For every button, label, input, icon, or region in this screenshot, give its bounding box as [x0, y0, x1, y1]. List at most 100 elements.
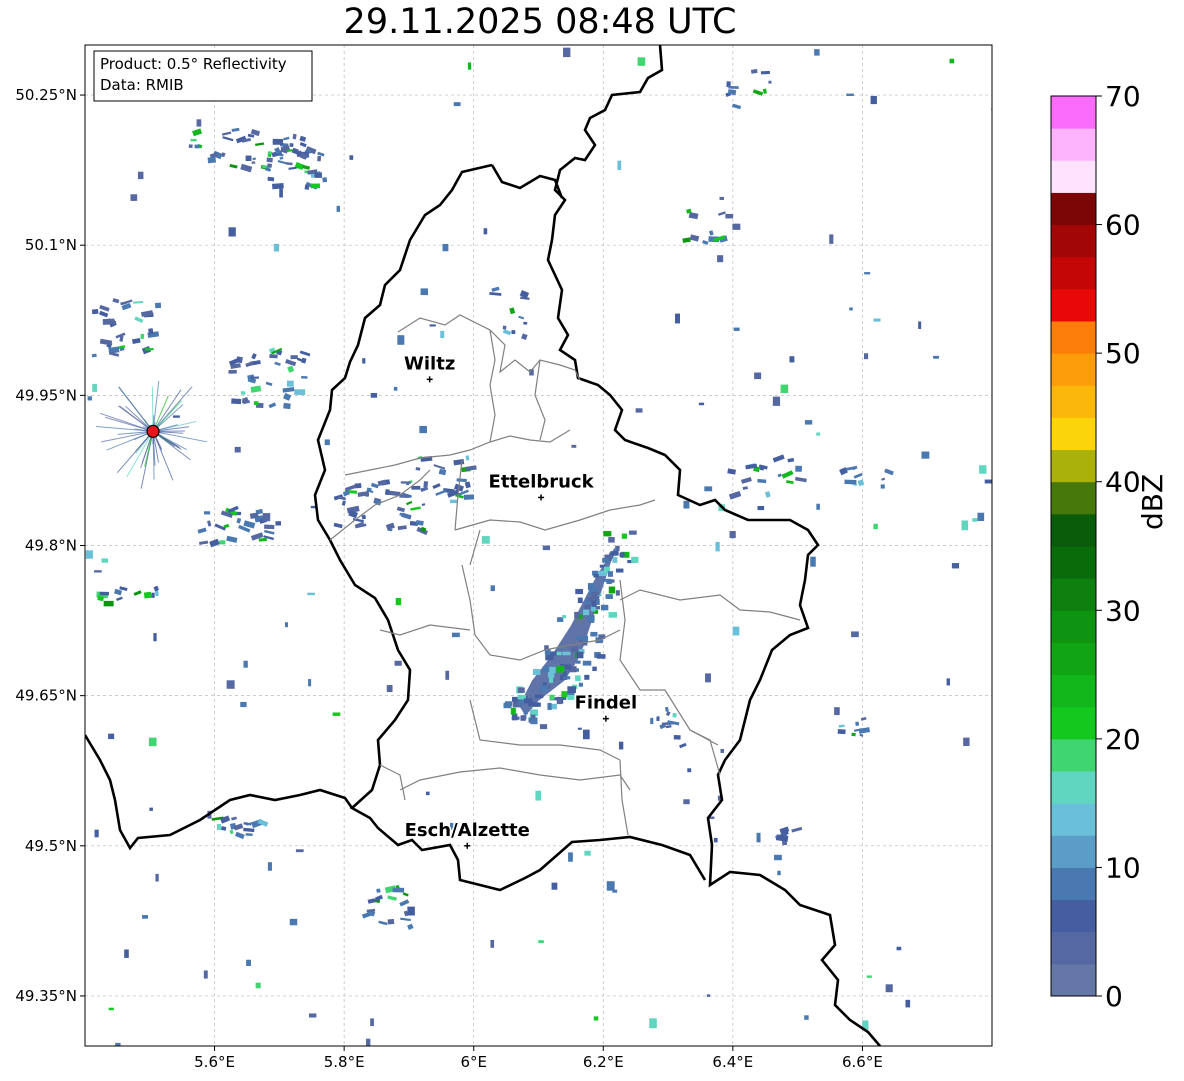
- echo-cell: [588, 616, 595, 623]
- echo-cell: [377, 479, 387, 486]
- echo-cell: [563, 47, 571, 58]
- echo-cell: [582, 729, 590, 740]
- echo-cell: [567, 694, 575, 700]
- echo-cell: [242, 400, 250, 404]
- colorbar-label-text: dBZ: [1136, 473, 1169, 530]
- echo-cell: [549, 694, 555, 700]
- echo-cell: [220, 152, 226, 158]
- echo-cell: [396, 506, 406, 513]
- echo-cell: [228, 227, 236, 237]
- lon-tick-label: 5.6°E: [194, 1053, 235, 1071]
- colorbar-block: [1051, 674, 1096, 708]
- echo-cell: [523, 321, 528, 325]
- echo-cell: [896, 946, 902, 951]
- colorbar-block: [1051, 128, 1096, 161]
- echo-cell: [119, 586, 128, 592]
- echo-cell: [438, 468, 447, 476]
- echo-cell: [236, 517, 242, 524]
- echo-cell: [810, 556, 816, 567]
- lat-tick-label: 50.1°N: [25, 236, 77, 254]
- echo-cell: [605, 594, 613, 599]
- clutter-ray: [151, 386, 154, 432]
- echo-cell: [240, 391, 246, 395]
- echo-cell: [845, 465, 858, 471]
- echo-cell: [155, 873, 159, 882]
- echo-cell: [255, 142, 265, 147]
- echo-cell: [570, 646, 578, 653]
- echo-cell: [99, 591, 109, 596]
- city-label: Esch/Alzette: [405, 820, 530, 841]
- echo-cell: [271, 182, 284, 190]
- echo-cell: [679, 742, 687, 749]
- echo-cell: [562, 651, 571, 656]
- city-label: Wiltz: [404, 353, 455, 374]
- echo-cell: [674, 313, 680, 324]
- colorbar-block: [1051, 481, 1096, 515]
- echo-cell: [251, 376, 259, 379]
- echo-cell: [301, 375, 308, 379]
- echo-cell: [198, 540, 209, 545]
- colorbar-block: [1051, 513, 1096, 547]
- echo-cell: [148, 328, 154, 335]
- echo-cell: [816, 432, 821, 436]
- echo-cell: [568, 852, 573, 862]
- radar-site-dot: [146, 424, 160, 438]
- echo-cell: [243, 660, 248, 668]
- echo-cell: [725, 213, 734, 219]
- echo-cell: [522, 715, 527, 720]
- echo-cell: [299, 350, 311, 357]
- echo-cell: [295, 849, 304, 853]
- echo-cell: [116, 596, 123, 602]
- city-label: Ettelbruck: [489, 471, 595, 492]
- echo-cell: [732, 223, 741, 230]
- echo-cell: [849, 307, 853, 311]
- echo-cell: [719, 196, 724, 200]
- echo-cell: [564, 664, 572, 670]
- echo-cell: [561, 691, 568, 698]
- colorbar-blocks: [1050, 95, 1097, 997]
- echo-cell: [880, 484, 885, 489]
- echo-cell: [209, 538, 220, 548]
- echo-cell: [405, 500, 413, 506]
- echo-cell: [229, 829, 234, 835]
- colorbar-block: [1051, 385, 1096, 418]
- echo-cell: [304, 184, 310, 190]
- echo-cell: [768, 80, 772, 84]
- echo-cell: [535, 790, 542, 801]
- echo-cell: [857, 479, 865, 487]
- echo-cell: [576, 651, 584, 659]
- echo-cell: [394, 660, 402, 666]
- echo-cell: [789, 356, 795, 363]
- colorbar-block: [1051, 931, 1096, 965]
- echo-cell: [243, 827, 255, 833]
- echo-cell: [787, 457, 795, 463]
- echo-cell: [387, 918, 395, 925]
- echo-cell: [816, 503, 820, 510]
- echo-cell: [407, 923, 414, 930]
- echo-cell: [299, 141, 307, 148]
- echo-cell: [702, 239, 709, 246]
- echo-cell: [410, 506, 421, 511]
- echo-cell: [728, 85, 739, 90]
- echo-cell: [863, 353, 869, 360]
- colorbar-tick-label: 10: [1105, 851, 1141, 884]
- echo-cell: [267, 163, 273, 168]
- echo-cell: [795, 465, 802, 472]
- echo-cell: [532, 668, 541, 675]
- echo-cell: [732, 626, 740, 636]
- echo-cell: [349, 155, 354, 160]
- echo-cell: [635, 408, 643, 413]
- echo-cell: [151, 592, 155, 598]
- echo-cell: [864, 272, 871, 275]
- echo-cell: [584, 850, 591, 856]
- echo-cell: [112, 298, 120, 304]
- echo-cell: [262, 513, 271, 522]
- echo-cell: [367, 898, 376, 904]
- echo-cell: [223, 523, 230, 529]
- echo-cell: [102, 318, 115, 325]
- country-border-top: [490, 164, 564, 199]
- echo-cell: [407, 906, 415, 916]
- echo-cell: [584, 604, 591, 610]
- echo-cell: [717, 255, 724, 263]
- echo-cell: [673, 735, 681, 740]
